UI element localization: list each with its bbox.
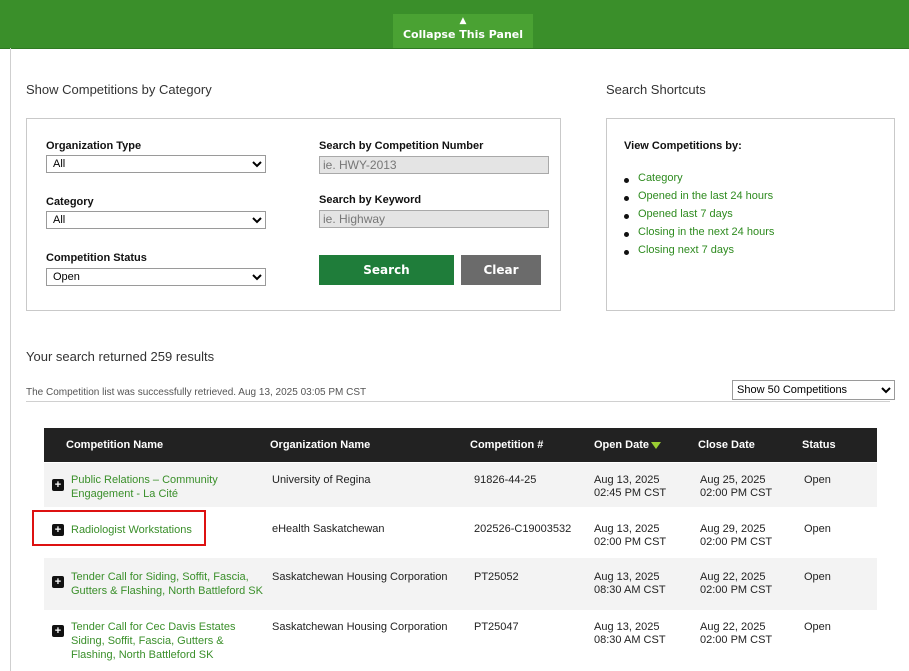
- col-competition-name[interactable]: Competition Name: [66, 439, 163, 451]
- categories-heading: Show Competitions by Category: [26, 82, 212, 97]
- shortcut-link-category[interactable]: Category: [638, 172, 683, 184]
- col-organization-name[interactable]: Organization Name: [270, 439, 370, 451]
- organization-name: Saskatchewan Housing Corporation: [272, 621, 448, 633]
- highlight-box: [32, 510, 206, 546]
- expand-plus-icon[interactable]: +: [52, 479, 64, 491]
- open-date-time: 02:45 PM CST: [594, 487, 667, 499]
- status-value: Open: [804, 523, 831, 535]
- table-row: + Tender Call for Siding, Soffit, Fascia…: [44, 558, 877, 610]
- table-row: + Public Relations – Community Engagemen…: [44, 463, 877, 507]
- competition-link[interactable]: Tender Call for Siding, Soffit, Fascia, …: [71, 570, 271, 598]
- bullet-icon: [624, 196, 629, 201]
- table-row: + Tender Call for Cec Davis Estates Sidi…: [44, 610, 877, 671]
- organization-name: University of Regina: [272, 474, 371, 486]
- close-date: Aug 22, 2025 02:00 PM CST: [700, 621, 772, 647]
- shortcut-item: Closing in the next 24 hours: [622, 226, 774, 244]
- close-date: Aug 22, 2025 02:00 PM CST: [700, 571, 772, 597]
- open-date: Aug 13, 2025 02:45 PM CST: [594, 474, 666, 500]
- open-date-time: 08:30 AM CST: [594, 634, 666, 646]
- shortcut-link-closing-7d[interactable]: Closing next 7 days: [638, 244, 734, 256]
- shortcut-item: Opened last 7 days: [622, 208, 774, 226]
- shortcuts-subheading: View Competitions by:: [624, 140, 742, 152]
- shortcuts-heading: Search Shortcuts: [606, 82, 706, 97]
- bullet-icon: [624, 250, 629, 255]
- status-value: Open: [804, 571, 831, 583]
- open-date-day: Aug 13, 2025: [594, 474, 660, 486]
- close-date-time: 02:00 PM CST: [700, 536, 773, 548]
- organization-name: eHealth Saskatchewan: [272, 523, 385, 535]
- open-date-day: Aug 13, 2025: [594, 523, 660, 535]
- status-select[interactable]: Open: [46, 268, 266, 286]
- search-button[interactable]: Search: [319, 255, 454, 285]
- comp-number-input[interactable]: [319, 156, 549, 174]
- category-select[interactable]: All: [46, 211, 266, 229]
- close-date-time: 02:00 PM CST: [700, 584, 773, 596]
- clear-button[interactable]: Clear: [461, 255, 541, 285]
- table-header: Competition Name Organization Name Compe…: [44, 428, 877, 462]
- org-type-select[interactable]: All: [46, 155, 266, 173]
- keyword-input[interactable]: [319, 210, 549, 228]
- page-size-select[interactable]: Show 50 Competitions: [732, 380, 895, 400]
- category-label: Category: [46, 196, 94, 208]
- comp-number-label: Search by Competition Number: [319, 140, 484, 152]
- expand-plus-icon[interactable]: +: [52, 576, 64, 588]
- competition-number: PT25047: [474, 621, 519, 633]
- competition-link[interactable]: Public Relations – Community Engagement …: [71, 473, 251, 501]
- close-date-day: Aug 22, 2025: [700, 621, 766, 633]
- results-summary: Your search returned 259 results: [26, 349, 215, 364]
- open-date-day: Aug 13, 2025: [594, 571, 660, 583]
- open-date-time: 02:00 PM CST: [594, 536, 667, 548]
- competition-number: 202526-C19003532: [474, 523, 572, 535]
- shortcut-item: Opened in the last 24 hours: [622, 190, 774, 208]
- close-date: Aug 29, 2025 02:00 PM CST: [700, 523, 772, 549]
- col-competition-number[interactable]: Competition #: [470, 439, 543, 451]
- status-value: Open: [804, 474, 831, 486]
- collapse-panel-label: Collapse This Panel: [402, 28, 524, 41]
- col-open-date[interactable]: Open Date: [594, 439, 662, 451]
- competition-number: PT25052: [474, 571, 519, 583]
- open-date-day: Aug 13, 2025: [594, 621, 660, 633]
- close-date-day: Aug 29, 2025: [700, 523, 766, 535]
- col-status[interactable]: Status: [802, 439, 836, 451]
- bullet-icon: [624, 214, 629, 219]
- close-date-time: 02:00 PM CST: [700, 487, 773, 499]
- close-date-day: Aug 25, 2025: [700, 474, 766, 486]
- open-date: Aug 13, 2025 08:30 AM CST: [594, 621, 666, 647]
- expand-plus-icon[interactable]: +: [52, 625, 64, 637]
- status-value: Open: [804, 621, 831, 633]
- org-type-label: Organization Type: [46, 140, 142, 152]
- competition-link[interactable]: Tender Call for Cec Davis Estates Siding…: [71, 620, 271, 662]
- bullet-icon: [624, 178, 629, 183]
- shortcut-link-opened-24h[interactable]: Opened in the last 24 hours: [638, 190, 773, 202]
- shortcuts-box: View Competitions by: Category Opened in…: [606, 118, 895, 311]
- keyword-label: Search by Keyword: [319, 194, 422, 206]
- shortcut-link-opened-7d[interactable]: Opened last 7 days: [638, 208, 733, 220]
- col-close-date[interactable]: Close Date: [698, 439, 755, 451]
- close-date-time: 02:00 PM CST: [700, 634, 773, 646]
- organization-name: Saskatchewan Housing Corporation: [272, 571, 448, 583]
- shortcut-item: Category: [622, 172, 774, 190]
- sort-desc-icon: [651, 441, 662, 449]
- shortcut-item: Closing next 7 days: [622, 244, 774, 262]
- bullet-icon: [624, 232, 629, 237]
- category-box: Organization Type All Category All Compe…: [26, 118, 561, 311]
- close-date: Aug 25, 2025 02:00 PM CST: [700, 474, 772, 500]
- open-date: Aug 13, 2025 02:00 PM CST: [594, 523, 666, 549]
- shortcut-list: Category Opened in the last 24 hours Ope…: [622, 172, 774, 262]
- triangle-up-icon: ▲: [459, 16, 467, 26]
- status-label: Competition Status: [46, 252, 147, 264]
- close-date-day: Aug 22, 2025: [700, 571, 766, 583]
- divider: [26, 401, 890, 402]
- col-open-date-label: Open Date: [594, 439, 650, 451]
- competition-number: 91826-44-25: [474, 474, 537, 486]
- open-date: Aug 13, 2025 08:30 AM CST: [594, 571, 666, 597]
- shortcut-link-closing-24h[interactable]: Closing in the next 24 hours: [638, 226, 774, 238]
- open-date-time: 08:30 AM CST: [594, 584, 666, 596]
- results-status-message: The Competition list was successfully re…: [26, 387, 367, 398]
- collapse-panel-button[interactable]: ▲ Collapse This Panel: [393, 14, 533, 48]
